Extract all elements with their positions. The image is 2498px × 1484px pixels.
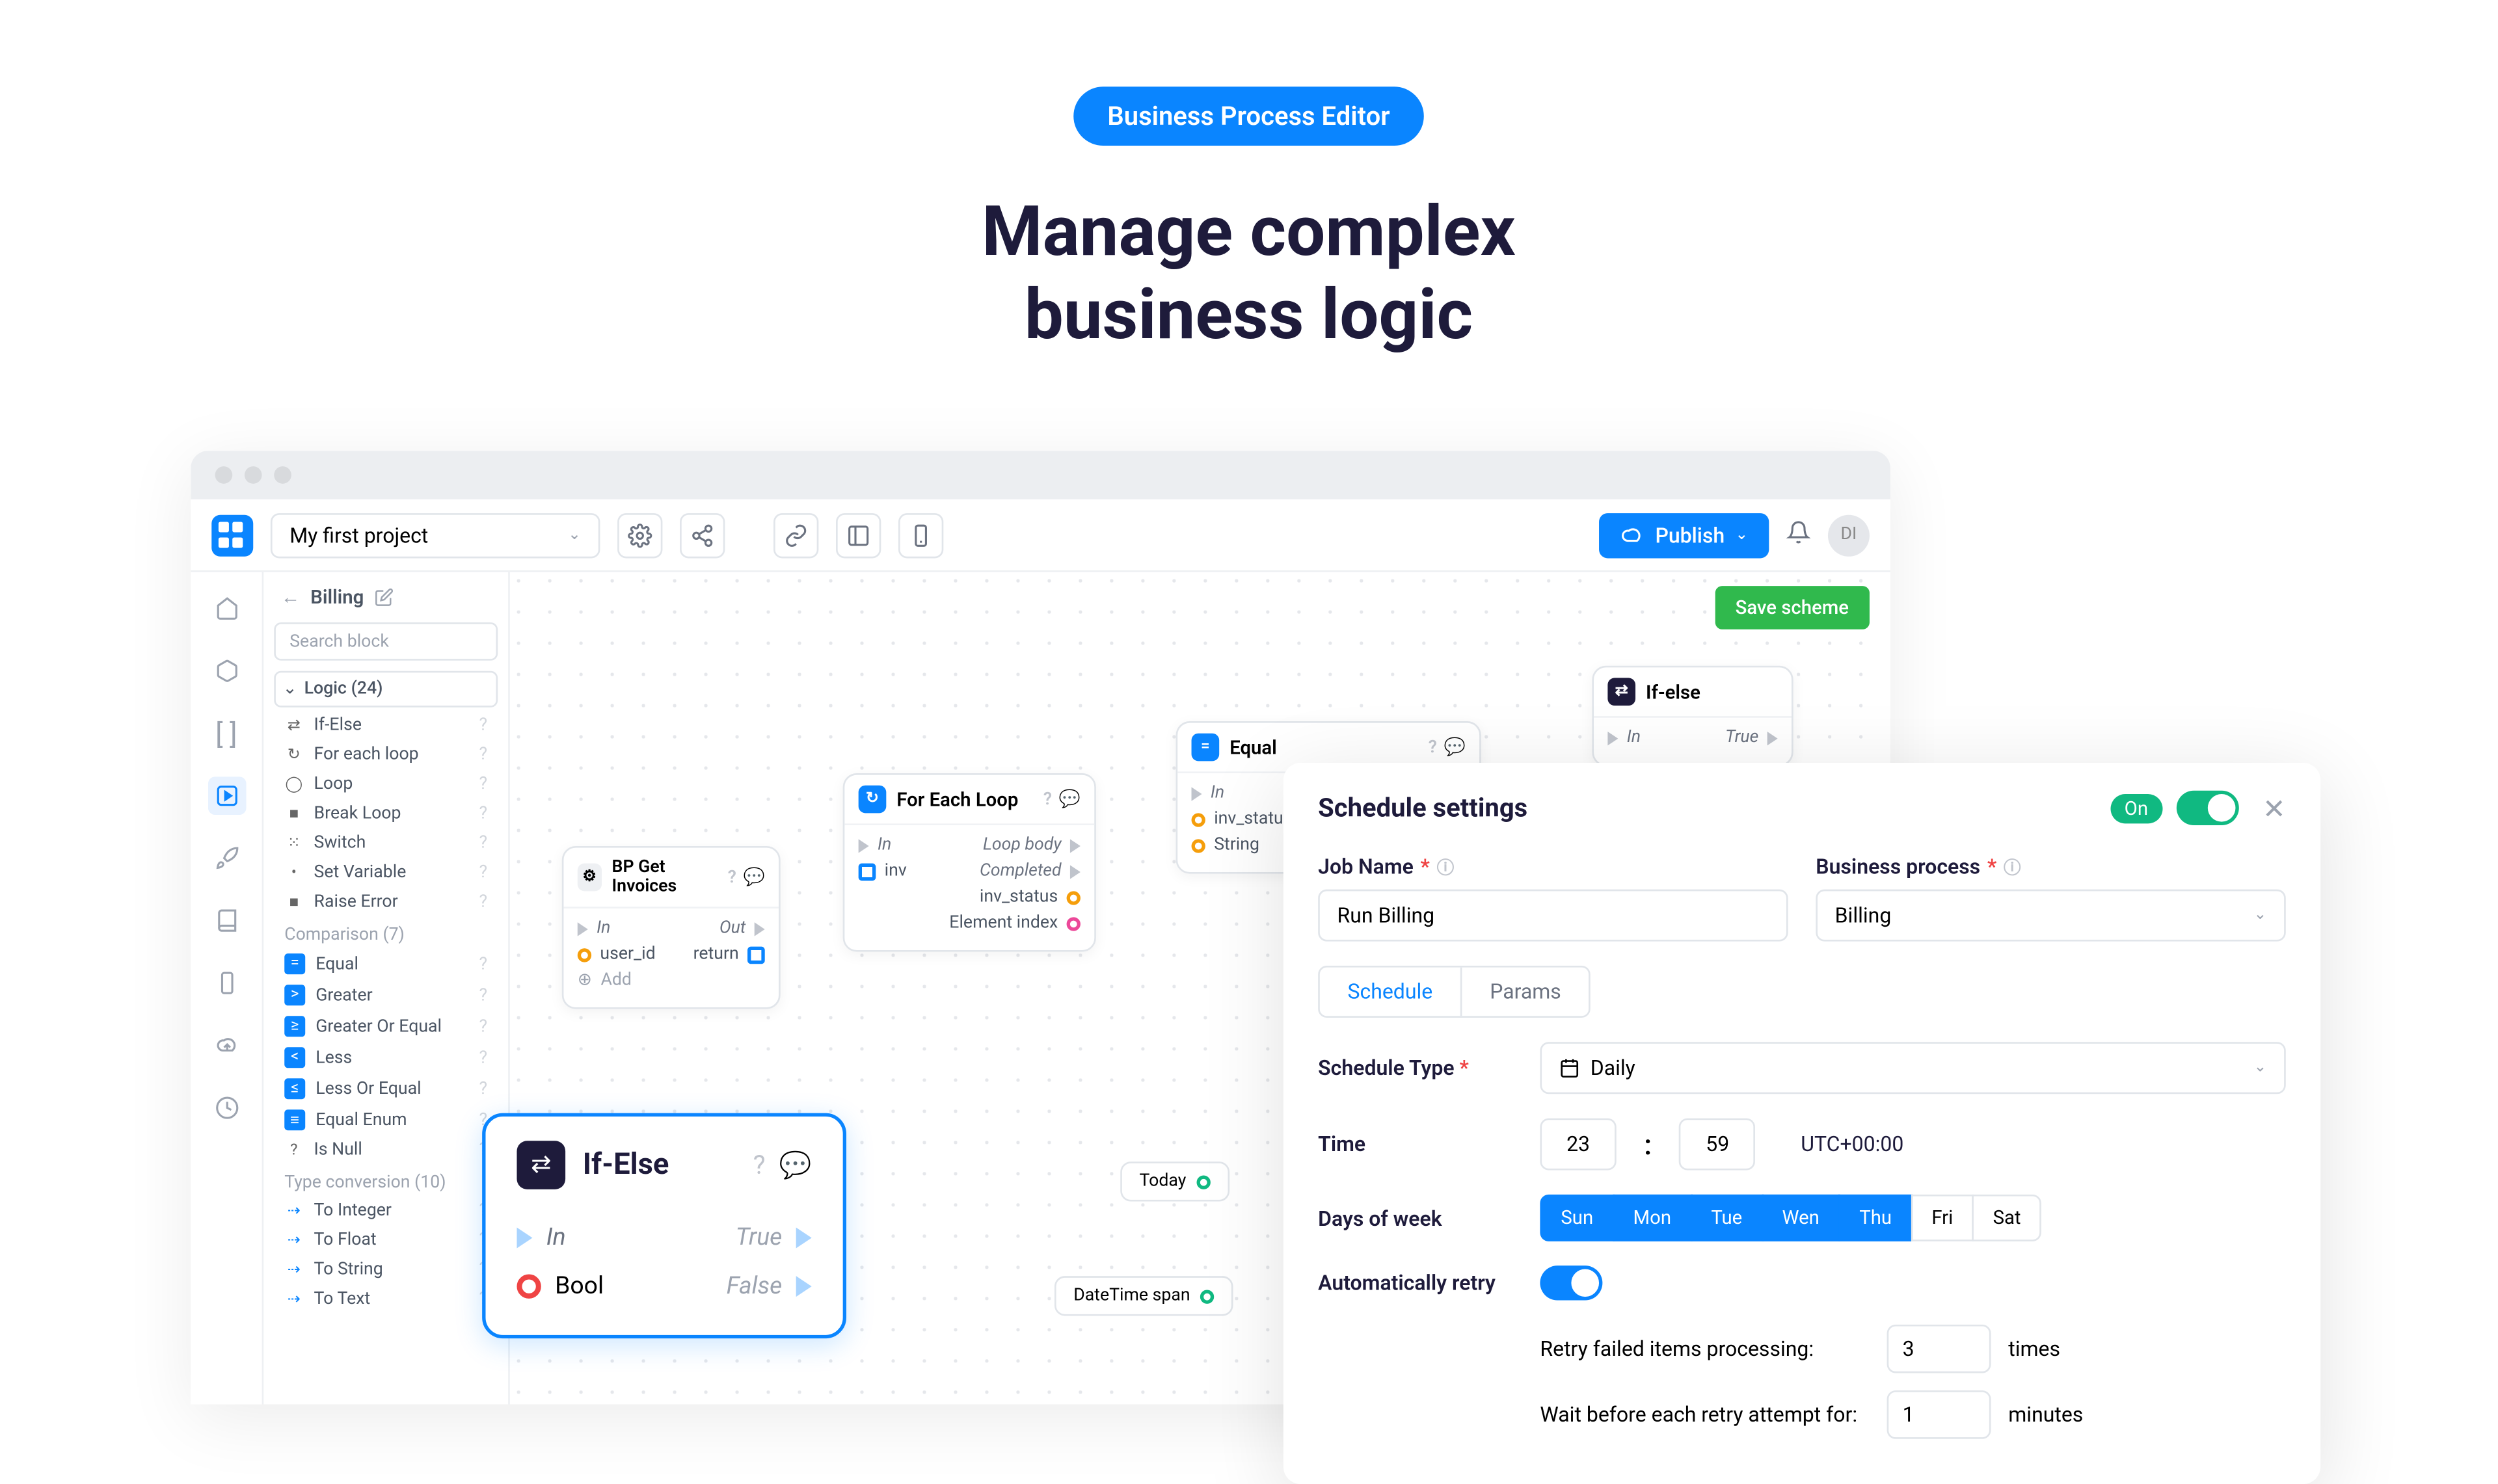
wait-minutes-input[interactable]: 1	[1887, 1390, 1991, 1439]
rail-home-icon[interactable]	[208, 589, 246, 628]
node-if-else-small[interactable]: ⇄If-else InTrue	[1592, 666, 1793, 767]
hero: Business Process Editor Manage complexbu…	[0, 0, 2497, 357]
business-process-select[interactable]: Billing⌄	[1816, 890, 2285, 942]
block-item[interactable]: ?Is Null?	[274, 1135, 498, 1165]
rail-book-icon[interactable]	[208, 901, 246, 940]
tab-schedule[interactable]: Schedule	[1320, 968, 1462, 1016]
search-input[interactable]: Search block	[274, 622, 498, 661]
auto-retry-toggle[interactable]	[1540, 1265, 1602, 1300]
day-mon[interactable]: Mon	[1613, 1195, 1693, 1241]
block-item[interactable]: ≥Greater Or Equal?	[274, 1011, 498, 1042]
day-tue[interactable]: Tue	[1690, 1195, 1763, 1241]
mobile-icon[interactable]	[898, 512, 943, 557]
day-sat[interactable]: Sat	[1972, 1195, 2042, 1241]
block-item[interactable]: ⇢To Integer?	[274, 1197, 498, 1226]
block-item[interactable]: ■Raise Error?	[274, 888, 498, 917]
traffic-dot[interactable]	[215, 466, 233, 484]
close-icon[interactable]: ✕	[2263, 791, 2286, 825]
block-item[interactable]: <Less?	[274, 1042, 498, 1073]
block-item[interactable]: ⇢To Float?	[274, 1226, 498, 1255]
rail-rocket-icon[interactable]	[208, 839, 246, 877]
help-icon[interactable]: ?	[753, 1150, 766, 1181]
settings-tabs: Schedule Params	[1318, 966, 1591, 1018]
rail-phone-icon[interactable]	[208, 964, 246, 1002]
on-badge: On	[2110, 793, 2162, 823]
block-item[interactable]: ≡Equal Enum?	[274, 1104, 498, 1135]
node-for-each-loop[interactable]: ↻For Each Loop?💬 InLoop body invComplete…	[843, 773, 1096, 952]
bell-icon[interactable]	[1786, 518, 1810, 551]
schedule-type-select[interactable]: Daily ⌄	[1540, 1042, 2285, 1094]
time-minute-input[interactable]: 59	[1680, 1119, 1756, 1171]
tab-params[interactable]: Params	[1462, 968, 1589, 1016]
block-item[interactable]: ◯Loop?	[274, 770, 498, 799]
days-of-week: SunMonTueWenThuFriSat	[1540, 1195, 2041, 1241]
schedule-settings-panel: Schedule settings On ✕ Job Name*ⓘ Run Bi…	[1283, 763, 2320, 1484]
block-item[interactable]: =Equal?	[274, 948, 498, 979]
chip-datetime-span[interactable]: DateTime span	[1054, 1276, 1233, 1316]
day-fri[interactable]: Fri	[1911, 1195, 1974, 1241]
node-bp-get-invoices[interactable]: ⚙BP Get Invoices?💬 InOut user_idreturn ⊕…	[562, 846, 781, 1009]
enable-toggle[interactable]	[2176, 791, 2238, 825]
block-item[interactable]: ⇢To String?	[274, 1255, 498, 1284]
job-name-input[interactable]: Run Billing	[1318, 890, 1788, 942]
category-comparison: Comparison (7)	[274, 917, 498, 948]
settings-icon[interactable]	[617, 512, 662, 557]
retry-count-input[interactable]: 3	[1887, 1325, 1991, 1373]
chip-today[interactable]: Today	[1120, 1161, 1229, 1201]
category-conversion: Type conversion (10)	[274, 1165, 498, 1197]
category-logic[interactable]: ⌄Logic (24)	[274, 671, 498, 708]
block-item[interactable]: ■Break Loop?	[274, 799, 498, 828]
rail-brackets-icon[interactable]: [ ]	[208, 714, 246, 752]
day-thu[interactable]: Thu	[1838, 1195, 1913, 1241]
block-item[interactable]: •Set Variable?	[274, 858, 498, 888]
day-wen[interactable]: Wen	[1762, 1195, 1840, 1241]
titlebar	[191, 451, 1890, 499]
breadcrumb[interactable]: ← Billing	[274, 586, 498, 609]
app-logo[interactable]	[211, 514, 253, 555]
edit-icon[interactable]	[374, 588, 393, 607]
save-scheme-button[interactable]: Save scheme	[1715, 586, 1870, 629]
publish-button[interactable]: Publish ⌄	[1600, 512, 1769, 557]
hero-pill: Business Process Editor	[1073, 86, 1425, 146]
blocks-sidebar: ← Billing Search block ⌄Logic (24) ⇄If-E…	[263, 572, 510, 1405]
block-item[interactable]: >Greater?	[274, 979, 498, 1011]
share-icon[interactable]	[680, 512, 725, 557]
block-item[interactable]: ⇄If-Else?	[274, 711, 498, 740]
block-item[interactable]: ⇢To Text?	[274, 1285, 498, 1314]
block-item[interactable]: ≤Less Or Equal?	[274, 1073, 498, 1104]
topbar: My first project⌄ Publish ⌄ DI	[191, 499, 1890, 572]
traffic-dot[interactable]	[274, 466, 291, 484]
day-sun[interactable]: Sun	[1540, 1195, 1614, 1241]
rail-box-icon[interactable]	[208, 652, 246, 690]
comment-icon[interactable]: 💬	[779, 1150, 812, 1181]
hero-title: Manage complexbusiness logic	[0, 191, 2497, 357]
link-icon[interactable]	[773, 512, 818, 557]
panel-title: Schedule settings	[1318, 792, 1527, 823]
rail-cloud-icon[interactable]	[208, 1026, 246, 1065]
block-item[interactable]: ⁙Switch?	[274, 828, 498, 858]
time-hour-input[interactable]: 23	[1540, 1119, 1616, 1171]
block-item[interactable]: ↻For each loop?	[274, 740, 498, 769]
layout-icon[interactable]	[836, 512, 881, 557]
big-if-else-node[interactable]: ⇄ If-Else ?💬 InTrue BoolFalse	[482, 1113, 846, 1339]
rail-gauge-icon[interactable]	[208, 1089, 246, 1127]
branch-icon: ⇄	[517, 1141, 565, 1189]
rail-play-icon[interactable]	[208, 776, 246, 815]
timezone-label: UTC+00:00	[1801, 1132, 1903, 1156]
traffic-dot[interactable]	[245, 466, 262, 484]
avatar[interactable]: DI	[1828, 514, 1870, 555]
nav-rail: [ ]	[191, 572, 263, 1405]
project-select[interactable]: My first project⌄	[271, 512, 600, 557]
